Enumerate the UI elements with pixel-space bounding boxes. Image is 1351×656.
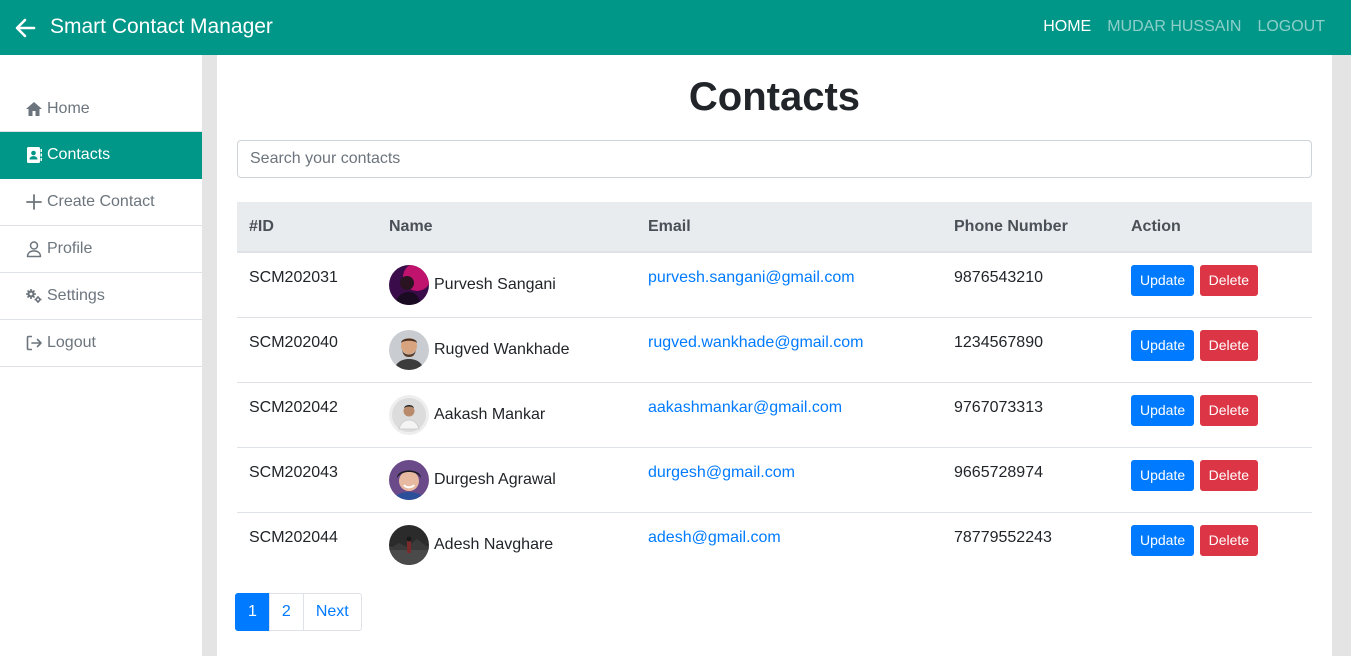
sidebar-item-label: Logout	[47, 334, 96, 351]
table-header-row: #ID Name Email Phone Number Action	[237, 202, 1312, 253]
column-header-email: Email	[636, 202, 942, 253]
next-page-link[interactable]: Next	[302, 593, 362, 631]
contact-name: Aakash Mankar	[434, 405, 546, 423]
update-button[interactable]: Update	[1131, 265, 1195, 296]
nav-links: HOME MUDAR HUSSAIN LOGOUT	[1043, 18, 1325, 36]
top-navbar: Smart Contact Manager HOME MUDAR HUSSAIN…	[0, 0, 1351, 55]
contact-name: Rugved Wankhade	[434, 340, 570, 358]
update-button[interactable]: Update	[1131, 329, 1195, 361]
avatar	[389, 394, 429, 435]
delete-button[interactable]: Delete	[1199, 329, 1259, 361]
user-icon	[24, 240, 43, 259]
column-header-name: Name	[377, 202, 636, 253]
nav-home-link[interactable]: HOME	[1043, 18, 1091, 36]
contact-id: SCM202031	[249, 269, 338, 286]
main-content: Contacts #ID Name Email Phone Number Act…	[217, 55, 1332, 656]
contact-email-link[interactable]: durgesh@gmail.com	[648, 464, 795, 481]
sidebar-menu: Home Contacts Create Contact Profile Set…	[0, 86, 202, 367]
contacts-table: #ID Name Email Phone Number Action SCM20…	[237, 202, 1312, 577]
column-header-phone: Phone Number	[942, 202, 1119, 253]
sidebar-item-logout[interactable]: Logout	[0, 320, 202, 367]
contact-name: Durgesh Agrawal	[434, 470, 556, 488]
contact-phone: 9876543210	[954, 269, 1043, 286]
avatar	[389, 524, 429, 565]
sidebar-item-profile[interactable]: Profile	[0, 226, 202, 273]
contact-email-link[interactable]: rugved.wankhade@gmail.com	[648, 334, 863, 351]
contact-email-link[interactable]: adesh@gmail.com	[648, 529, 781, 546]
nav-user-link[interactable]: MUDAR HUSSAIN	[1107, 18, 1241, 36]
contact-id: SCM202042	[249, 398, 338, 416]
sidebar-item-label: Contacts	[47, 146, 111, 163]
sign-out-icon	[24, 334, 43, 353]
contact-phone: 9767073313	[954, 398, 1043, 416]
avatar	[389, 329, 429, 370]
sidebar: Home Contacts Create Contact Profile Set…	[0, 55, 202, 656]
avatar	[389, 459, 429, 500]
contact-phone: 9665728974	[954, 463, 1043, 481]
table-row: SCM202043 Durgesh Agrawal durgesh@gmail.…	[237, 447, 1312, 512]
sidebar-item-label: Home	[47, 99, 90, 117]
sidebar-item-create-contact[interactable]: Create Contact	[0, 179, 202, 226]
contact-name: Purvesh Sangani	[434, 276, 556, 293]
table-row: SCM202031 Purvesh Sangani purvesh.sangan…	[237, 252, 1312, 317]
page-link-2[interactable]: 2	[268, 593, 304, 631]
gears-icon	[24, 287, 43, 306]
sidebar-item-label: Create Contact	[47, 193, 155, 210]
contact-phone: 1234567890	[954, 333, 1043, 351]
contact-email-link[interactable]: purvesh.sangani@gmail.com	[648, 269, 855, 286]
contact-id: SCM202044	[249, 528, 338, 546]
table-row: SCM202040 Rugved Wankhade rugved.wankhad…	[237, 317, 1312, 382]
sidebar-item-settings[interactable]: Settings	[0, 273, 202, 320]
update-button[interactable]: Update	[1131, 394, 1195, 426]
sidebar-item-label: Profile	[47, 240, 93, 257]
nav-logout-link[interactable]: LOGOUT	[1257, 18, 1325, 36]
contacts-icon	[24, 146, 43, 165]
sidebar-item-label: Settings	[47, 287, 105, 304]
delete-button[interactable]: Delete	[1199, 265, 1259, 296]
home-icon	[24, 99, 43, 118]
page-link-1[interactable]: 1	[235, 593, 270, 631]
delete-button[interactable]: Delete	[1199, 394, 1259, 426]
plus-icon	[24, 193, 43, 212]
pagination: 1 2 Next	[235, 593, 362, 631]
delete-button[interactable]: Delete	[1199, 524, 1259, 556]
page-title: Contacts	[688, 75, 861, 119]
contact-name: Adesh Navghare	[434, 535, 554, 553]
sidebar-item-home[interactable]: Home	[0, 86, 202, 132]
table-row: SCM202042 Aakash Mankar aakashmankar@gma…	[237, 382, 1312, 447]
search-input[interactable]	[237, 140, 1312, 178]
delete-button[interactable]: Delete	[1199, 459, 1259, 491]
column-header-action: Action	[1119, 202, 1312, 253]
sidebar-item-contacts[interactable]: Contacts	[0, 132, 202, 179]
contact-id: SCM202040	[249, 333, 338, 351]
app-brand[interactable]: Smart Contact Manager	[50, 15, 273, 39]
contact-email-link[interactable]: aakashmankar@gmail.com	[648, 399, 842, 416]
back-arrow-icon[interactable]	[14, 17, 36, 39]
contact-id: SCM202043	[249, 463, 338, 481]
update-button[interactable]: Update	[1131, 524, 1195, 556]
table-row: SCM202044 Adesh Navghare adesh@gmail.com…	[237, 512, 1312, 577]
avatar	[389, 265, 429, 305]
update-button[interactable]: Update	[1131, 459, 1195, 491]
contact-phone: 78779552243	[954, 528, 1052, 546]
column-header-id: #ID	[237, 202, 377, 253]
